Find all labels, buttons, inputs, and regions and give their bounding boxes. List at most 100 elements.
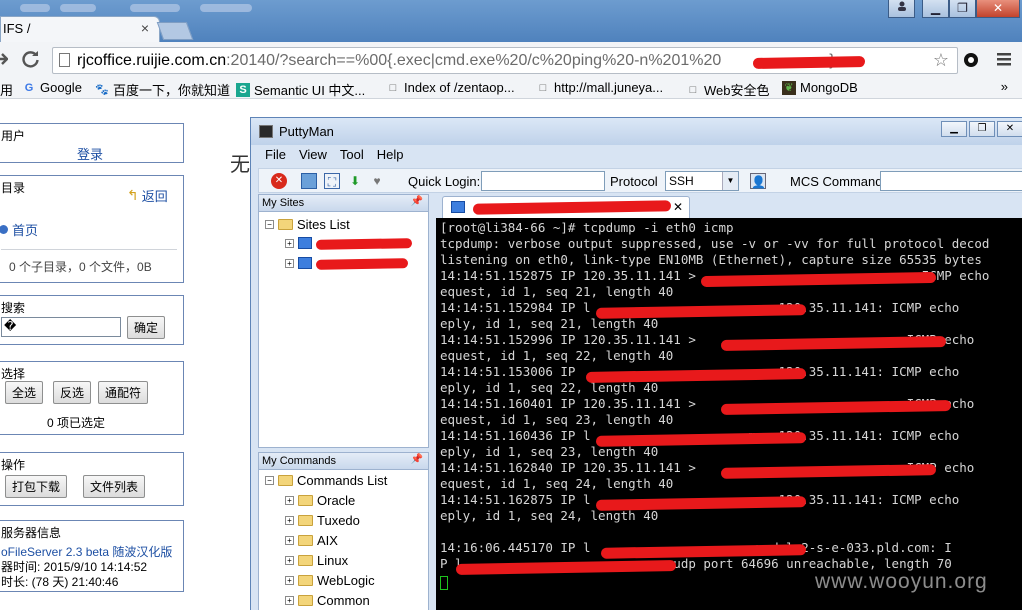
page-icon: □: [539, 81, 547, 94]
file-list-button[interactable]: 文件列表: [83, 475, 146, 498]
page-heading: 无: [230, 154, 250, 176]
tab-current[interactable]: IFS / ×: [0, 16, 160, 42]
sites-list-node[interactable]: − Sites List: [265, 217, 350, 232]
select-panel: 选择 全选 反选 通配符 0 项已选定: [0, 361, 184, 435]
menu-bar: File View Tool Help: [258, 147, 404, 167]
bookmark-zentao[interactable]: □ Index of /zentaop...: [386, 80, 515, 95]
folder-icon: [298, 595, 313, 606]
search-confirm-button[interactable]: 确定: [127, 316, 166, 339]
expand-icon[interactable]: +: [285, 238, 294, 248]
search-input[interactable]: �: [1, 317, 121, 337]
bookmark-mongodb[interactable]: ❦ MongoDB: [782, 80, 858, 95]
back-link[interactable]: ↰ 返回: [127, 186, 168, 205]
expand-icon[interactable]: +: [285, 496, 294, 505]
command-folder-aix[interactable]: + AIX: [285, 533, 338, 548]
tab-close-icon[interactable]: ×: [141, 20, 149, 36]
invert-selection-button[interactable]: 反选: [53, 381, 92, 404]
folder-icon: [298, 535, 313, 546]
expand-icon[interactable]: +: [285, 556, 294, 565]
bookmark-semantic-ui[interactable]: S Semantic UI 中文...: [236, 80, 365, 99]
bookmark-baidu[interactable]: 🐾 百度一下，你就知道: [95, 80, 230, 99]
panel-header: My Sites 📌: [259, 195, 428, 212]
collapse-icon[interactable]: −: [265, 476, 274, 485]
fullscreen-icon[interactable]: ⛶: [324, 173, 340, 189]
server-uptime: 时长: (78 天) 21:40:46: [1, 575, 119, 589]
commands-list-node[interactable]: − Commands List: [265, 473, 387, 488]
expand-icon[interactable]: +: [285, 576, 294, 585]
terminal-output[interactable]: [root@li384-66 ~]# tcpdump -i eth0 icmp t…: [436, 218, 1022, 610]
minimize-button[interactable]: ▁: [941, 121, 967, 137]
pin-icon[interactable]: 📌: [411, 196, 423, 207]
menu-help[interactable]: Help: [377, 147, 404, 167]
quick-login-label: Quick Login:: [408, 174, 481, 189]
maximize-button[interactable]: ❐: [969, 121, 995, 137]
download-archive-button[interactable]: 打包下载: [5, 475, 68, 498]
quick-login-input[interactable]: [481, 171, 605, 191]
extension-icon[interactable]: [962, 51, 980, 74]
wildcard-button[interactable]: 通配符: [98, 381, 149, 404]
bookmark-item[interactable]: 用: [0, 80, 13, 99]
computer-icon: [298, 237, 312, 249]
maximize-button[interactable]: ❐: [949, 0, 976, 18]
new-tab-button[interactable]: [156, 22, 194, 40]
address-bar[interactable]: rjcoffice.ruijie.com.cn:20140/?search==%…: [52, 47, 958, 74]
menu-file[interactable]: File: [265, 147, 286, 167]
menu-view[interactable]: View: [299, 147, 327, 167]
tab-close-icon[interactable]: ✕: [673, 200, 683, 214]
browser-titlebar: IFS / × ▁ ❐ ✕: [0, 0, 1022, 42]
bookmark-google[interactable]: G Google: [22, 80, 82, 95]
expand-icon[interactable]: +: [285, 596, 294, 605]
shield-icon[interactable]: ♥: [369, 173, 385, 189]
collapse-icon[interactable]: −: [265, 220, 274, 229]
home-link[interactable]: 首页: [0, 220, 38, 239]
mcs-command-input[interactable]: [880, 171, 1022, 191]
bookmark-star-icon[interactable]: ☆: [933, 48, 949, 73]
menu-icon[interactable]: [996, 51, 1012, 72]
bookmark-mall[interactable]: □ http://mall.juneya...: [536, 80, 663, 95]
download-icon[interactable]: ⬇: [347, 173, 363, 189]
command-folder-oracle[interactable]: + Oracle: [285, 493, 355, 508]
command-folder-linux[interactable]: + Linux: [285, 553, 348, 568]
page-icon: [59, 53, 70, 67]
protocol-label: Protocol: [610, 174, 658, 189]
disconnect-icon[interactable]: ✕: [271, 173, 287, 189]
session-tab[interactable]: ✕: [442, 196, 690, 218]
server-info-panel: 服务器信息 oFileServer 2.3 beta 随波汉化版 器时间: 20…: [0, 520, 184, 592]
protocol-select[interactable]: SSH ▼: [665, 171, 739, 191]
close-button[interactable]: ✕: [976, 0, 1020, 18]
user-profile-icon[interactable]: [888, 0, 915, 18]
close-button[interactable]: ✕: [997, 121, 1022, 137]
directory-panel: 目录 ↰ 返回 首页 0 个子目录，0 个文件，0B: [0, 175, 184, 283]
select-all-button[interactable]: 全选: [5, 381, 44, 404]
account-icon[interactable]: 👤: [750, 173, 766, 189]
expand-icon[interactable]: +: [285, 536, 294, 545]
terminal-line: tcpdump: verbose output suppressed, use …: [440, 236, 990, 251]
puttyman-window: PuttyMan ▁ ❐ ✕ File View Tool Help ✕ ⛶ ⬇…: [250, 117, 1022, 610]
more-bookmarks-icon[interactable]: »: [1001, 79, 1008, 94]
bookmark-web-colors[interactable]: □ Web安全色: [686, 80, 770, 99]
putty-toolbar: ✕ ⛶ ⬇ ♥ Quick Login: Protocol SSH ▼ 👤 MC…: [258, 168, 1022, 193]
terminal-line: eply, id 1, seq 22, length 40: [440, 380, 659, 395]
folder-icon: [298, 515, 313, 526]
putty-app-icon: [259, 125, 273, 138]
watermark: www.wooyun.org: [815, 570, 988, 593]
terminal-line: equest, id 1, seq 23, length 40: [440, 412, 674, 427]
expand-icon[interactable]: +: [285, 258, 294, 268]
command-folder-tuxedo[interactable]: + Tuxedo: [285, 513, 360, 528]
site-item[interactable]: +: [285, 257, 409, 270]
reload-icon[interactable]: [22, 50, 40, 73]
pin-icon[interactable]: 📌: [411, 454, 423, 465]
login-link[interactable]: 登录: [0, 144, 183, 163]
new-session-icon[interactable]: [301, 173, 317, 189]
forward-icon[interactable]: [0, 51, 9, 72]
command-folder-common[interactable]: + Common: [285, 593, 370, 608]
expand-icon[interactable]: +: [285, 516, 294, 525]
tab-title: IFS /: [3, 21, 31, 36]
baidu-paw-icon: 🐾: [95, 83, 109, 96]
menu-tool[interactable]: Tool: [340, 147, 364, 167]
terminal-line: equest, id 1, seq 21, length 40: [440, 284, 674, 299]
site-item[interactable]: +: [285, 237, 413, 250]
folder-icon: [298, 575, 313, 586]
minimize-button[interactable]: ▁: [922, 0, 949, 18]
command-folder-weblogic[interactable]: + WebLogic: [285, 573, 375, 588]
